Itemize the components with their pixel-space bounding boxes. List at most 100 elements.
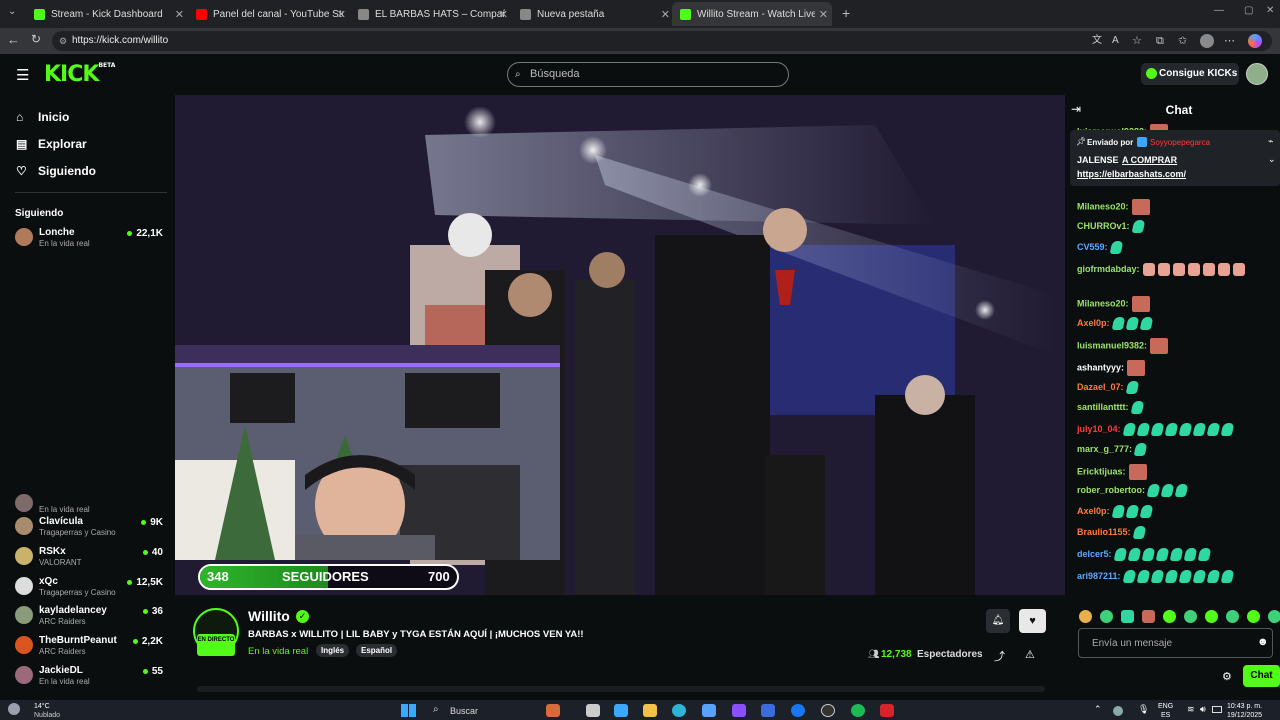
chat-send-button[interactable]: Chat [1243,665,1280,687]
minimize-icon[interactable]: — [1214,5,1224,16]
pinned-link-text[interactable]: A COMPRAR [1122,155,1177,165]
maximize-icon[interactable]: ▢ [1244,5,1253,16]
weather-icon[interactable] [8,703,20,715]
chat-username[interactable]: Ericktijuas: [1077,466,1126,476]
following-item-kayladelancey[interactable]: kayladelancey ARC Raiders 36 [15,604,165,632]
quick-emote-icon[interactable] [1100,610,1113,623]
quick-emote-icon[interactable] [1268,610,1280,623]
chat-settings-icon[interactable]: ⚙ [1222,670,1232,683]
quick-emote-icon[interactable] [1205,610,1218,623]
read-aloud-icon[interactable]: A [1112,31,1119,51]
taskbar-app-icon[interactable] [546,704,560,717]
chat-username[interactable]: Braulio1155: [1077,527,1131,537]
following-item-jackiedl[interactable]: JackieDL En la vida real 55 [15,664,165,692]
video-player[interactable]: 348 SEGUIDORES 700 [175,95,1065,595]
kick-logo[interactable]: KICKBETA [44,62,115,87]
notify-bell-button[interactable]: 🔔︎ [986,609,1010,633]
chat-username[interactable]: ari987211: [1077,571,1121,581]
chat-username[interactable]: CV559: [1077,242,1108,252]
tray-overflow-icon[interactable]: ⌃ [1094,704,1102,715]
battery-icon[interactable] [1212,706,1222,713]
chat-username[interactable]: Milaneso20: [1077,298,1129,308]
tray-app-icon[interactable] [1113,706,1123,716]
volume-icon[interactable]: 🔊︎ [1200,704,1206,715]
following-item-clavicula[interactable]: Clavícula Tragaperras y Casino 9K [15,515,165,543]
close-tab-icon[interactable]: ✕ [175,8,184,21]
store-icon[interactable] [702,704,716,717]
taskbar-app-icon[interactable] [586,704,600,717]
menu-dots-icon[interactable]: ⋯ [1224,31,1235,51]
channel-name[interactable]: Willito [248,608,290,624]
tab-barbas-hats[interactable]: EL BARBAS HATS – Compañía de ✕ [350,2,512,26]
nav-explorar[interactable]: ▤ Explorar [16,137,87,151]
taskbar-search[interactable]: ⌕ Buscar [428,702,538,720]
user-avatar[interactable] [1246,63,1268,85]
tag-ingles[interactable]: Inglés [316,644,350,657]
tab-search-icon[interactable]: ⌄ [8,6,16,17]
following-item-rskx[interactable]: RSKx VALORANT 40 [15,545,165,573]
follow-heart-button[interactable]: ♥ [1019,609,1046,633]
chat-username[interactable]: rober_robertoo: [1077,485,1145,495]
expand-pinned-icon[interactable]: ⌄ [1268,154,1276,165]
chat-username[interactable]: delcer5: [1077,549,1112,559]
copilot-icon[interactable] [1248,34,1262,48]
pinned-message[interactable]: 📌︎ Enviado por Soyyopepegarca ⌁ ⌄ JALENS… [1070,130,1280,186]
pinned-url[interactable]: https://elbarbashats.com/ [1077,169,1186,179]
tag-espanol[interactable]: Español [356,644,398,657]
facebook-icon[interactable] [791,704,805,717]
search-input[interactable]: ⌕ Búsqueda [507,62,789,87]
tab-willito-stream[interactable]: Willito Stream - Watch Live o ✕ [672,2,832,26]
chat-username[interactable]: ashantyyy: [1077,362,1124,372]
language-indicator[interactable]: ENG [1158,703,1173,710]
extensions-icon[interactable]: ⧉ [1156,31,1164,51]
chat-username[interactable]: Milaneso20: [1077,201,1129,211]
chat-username[interactable]: CHURROv1: [1077,221,1130,231]
reload-icon[interactable]: ↻ [31,32,41,46]
new-tab-icon[interactable]: + [842,5,850,21]
bookmark-star-icon[interactable]: ☆ [1132,31,1142,51]
share-icon[interactable]: ⤴ [994,648,1005,664]
get-kicks-button[interactable]: Consigue KICKs [1141,63,1239,85]
edge-browser-icon[interactable] [672,704,686,717]
spotify-icon[interactable] [851,704,865,717]
back-icon[interactable]: ← [7,32,20,47]
following-item-theburntpeanut[interactable]: TheBurntPeanut ARC Raiders 2,2K [15,634,165,662]
chat-username[interactable]: july10_04: [1077,424,1121,434]
quick-emote-icon[interactable] [1226,610,1239,623]
favorites-icon[interactable]: ✩ [1178,31,1187,51]
quick-emote-icon[interactable] [1163,610,1176,623]
profile-avatar-icon[interactable] [1200,34,1214,48]
taskbar-app-icon[interactable] [732,704,746,717]
nav-siguiendo[interactable]: ♡ Siguiendo [16,164,96,178]
quick-emote-icon[interactable] [1079,610,1092,623]
tab-new-tab[interactable]: Nueva pestaña ✕ [512,2,674,26]
close-tab-icon[interactable]: ✕ [499,8,508,21]
stream-category-link[interactable]: En la vida real [248,646,308,657]
chat-username[interactable]: giofrmdabday: [1077,264,1140,274]
site-info-icon[interactable]: ⚙ [59,31,67,51]
chat-username[interactable]: Axel0p: [1077,318,1110,328]
url-field[interactable]: ⚙ https://kick.com/willito 文 A ☆ ⧉ ✩ ⋯ [52,31,1272,51]
chat-username[interactable]: Dazael_07: [1077,382,1124,392]
hamburger-menu-icon[interactable]: ☰ [16,66,29,84]
unpin-icon[interactable]: ⌁ [1268,136,1273,147]
chat-username[interactable]: santillantttt: [1077,402,1129,412]
nav-inicio[interactable]: ⌂ Inicio [16,110,69,124]
microphone-icon[interactable]: 🎙︎ [1138,704,1149,715]
wifi-icon[interactable]: ≋ [1187,704,1195,715]
close-tab-icon[interactable]: ✕ [819,8,828,21]
tab-kick-dashboard[interactable]: Stream - Kick Dashboard ✕ [26,2,188,26]
close-tab-icon[interactable]: ✕ [337,8,346,21]
quick-emote-icon[interactable] [1121,610,1134,623]
close-window-icon[interactable]: ✕ [1266,5,1274,16]
quick-emote-icon[interactable] [1142,610,1155,623]
tab-youtube-studio[interactable]: Panel del canal - YouTube Studio ✕ [188,2,350,26]
close-tab-icon[interactable]: ✕ [661,8,670,21]
translate-icon[interactable]: 文 [1092,31,1102,51]
quick-emote-icon[interactable] [1184,610,1197,623]
report-icon[interactable]: ⚠ [1025,648,1035,661]
taskbar-app-icon[interactable] [821,704,835,717]
file-explorer-icon[interactable] [643,704,657,717]
chat-username[interactable]: marx_g_777: [1077,444,1132,454]
quick-emote-icon[interactable] [1247,610,1260,623]
